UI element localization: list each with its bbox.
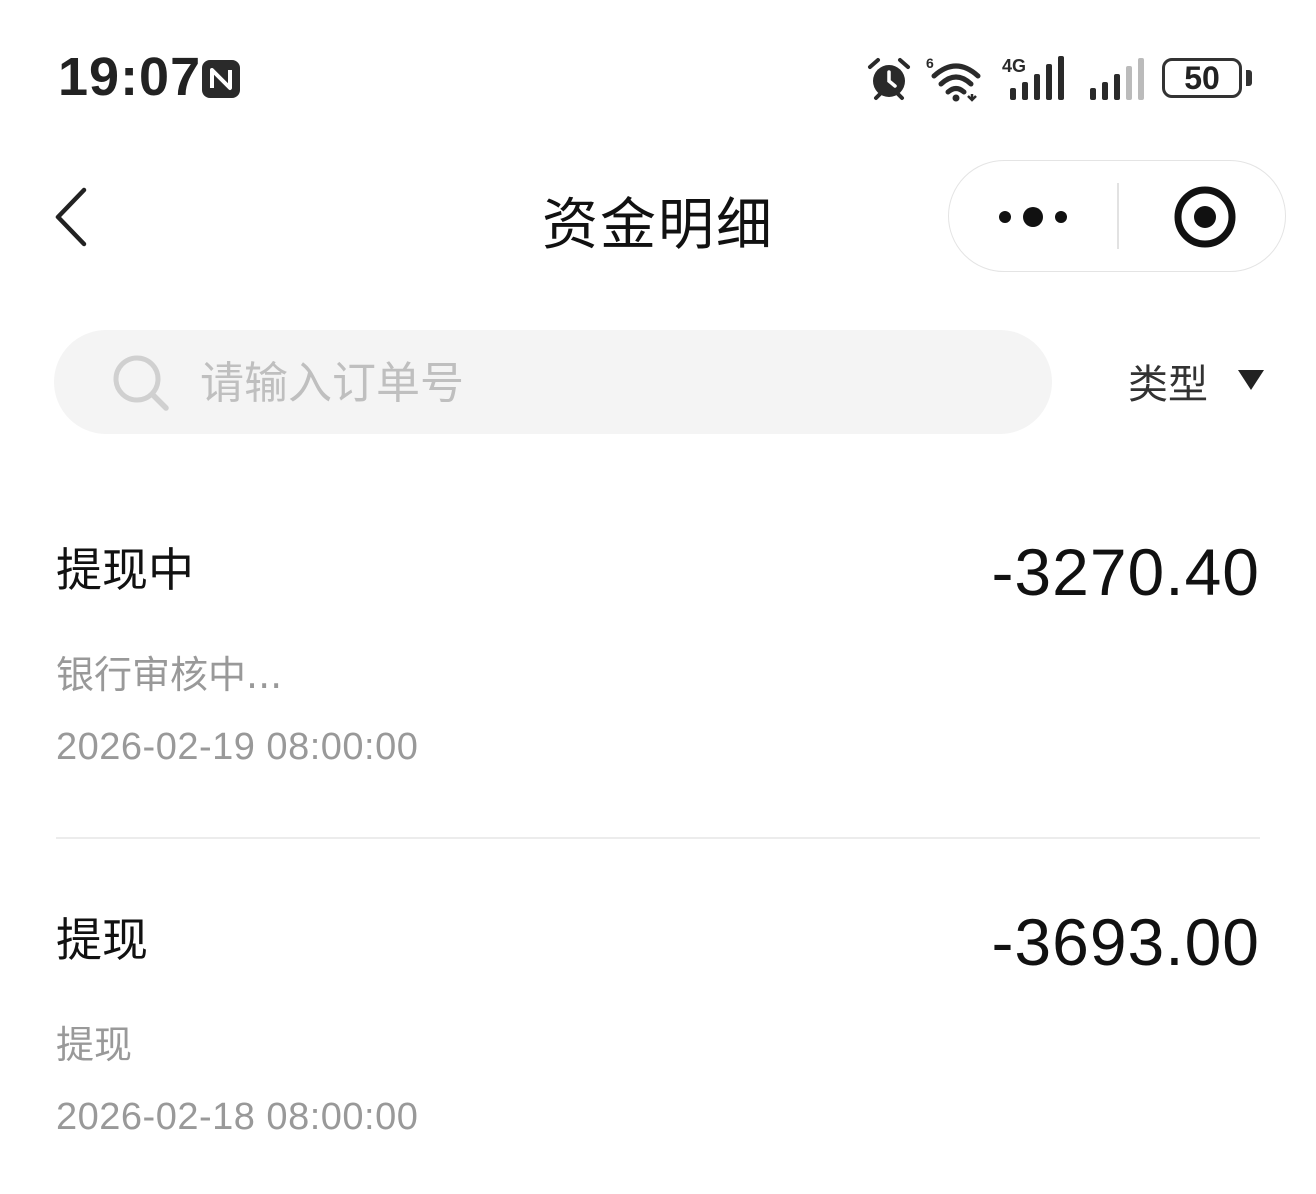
status-time: 19:07	[58, 47, 202, 107]
battery-level: 50	[1184, 59, 1220, 96]
record-description: 提现	[56, 1023, 133, 1067]
miniprogram-capsule	[948, 160, 1286, 272]
page: 19:07 6 4G 50 资金明细 请输入订单号 类型 提现中 -3270.4…	[0, 0, 1316, 1194]
record-amount: -3270.40	[991, 535, 1260, 609]
wifi-icon: 6	[926, 55, 981, 102]
cellular-4g-icon: 4G	[1002, 56, 1064, 100]
close-miniprogram-icon[interactable]	[1119, 161, 1285, 271]
battery-icon: 50	[1162, 58, 1242, 98]
list-divider	[56, 837, 1260, 839]
triangle-down-icon	[1238, 370, 1264, 390]
record-datetime: 2026-02-18 08:00:00	[56, 1096, 419, 1138]
type-filter-label: 类型	[1128, 362, 1208, 408]
svg-text:6: 6	[926, 55, 934, 71]
status-bar: 19:07 6 4G 50	[0, 0, 1316, 160]
record-description: 银行审核中...	[56, 653, 283, 697]
record-datetime: 2026-02-19 08:00:00	[56, 726, 419, 768]
record-title: 提现中	[56, 543, 194, 597]
battery-tip	[1246, 70, 1252, 86]
record-amount: -3693.00	[991, 905, 1260, 979]
nfc-icon	[202, 60, 240, 98]
cellular-signal-icon	[1090, 58, 1144, 100]
type-filter-dropdown[interactable]: 类型	[1128, 352, 1278, 412]
list-item[interactable]: 提现中 -3270.40 银行审核中... 2026-02-19 08:00:0…	[56, 534, 1260, 784]
search-box[interactable]	[54, 330, 1052, 434]
order-number-search-input[interactable]	[198, 348, 1002, 418]
record-title: 提现	[56, 913, 148, 967]
more-icon[interactable]	[949, 161, 1117, 271]
list-item[interactable]: 提现 -3693.00 提现 2026-02-18 08:00:00	[56, 904, 1260, 1154]
alarm-icon	[868, 58, 910, 100]
search-icon	[113, 355, 169, 411]
svg-text:4G: 4G	[1002, 56, 1026, 76]
